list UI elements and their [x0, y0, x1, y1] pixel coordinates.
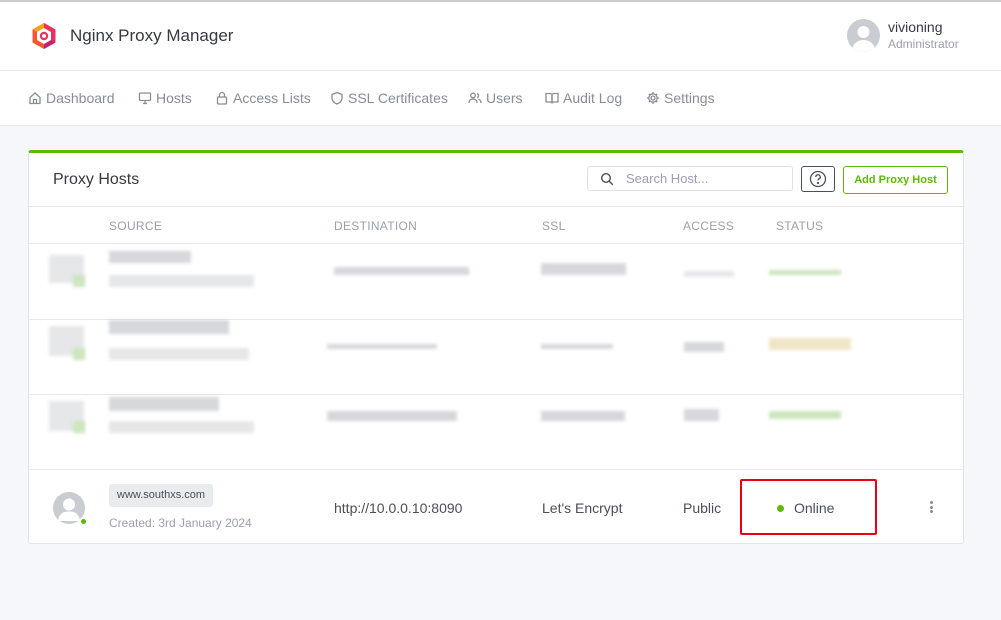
destination-cell: http://10.0.0.10:8090 [334, 500, 463, 516]
search-box[interactable] [587, 166, 793, 191]
nav-hosts[interactable]: Hosts [138, 90, 192, 106]
add-proxy-host-button[interactable]: Add Proxy Host [843, 166, 948, 194]
created-date: Created: 3rd January 2024 [109, 516, 252, 530]
monitor-icon [138, 92, 152, 105]
shield-icon [331, 91, 343, 105]
domain-badge[interactable]: www.southxs.com [109, 484, 214, 507]
brand[interactable]: Nginx Proxy Manager [30, 22, 233, 50]
access-cell: Public [683, 500, 722, 516]
col-ssl: SSL [542, 219, 566, 233]
user-name: vivioning [888, 19, 943, 35]
obscured-row [29, 245, 963, 320]
help-button[interactable] [801, 166, 835, 192]
book-icon [545, 92, 559, 104]
user-avatar [847, 19, 880, 52]
users-icon [468, 92, 482, 104]
top-header: Nginx Proxy Manager vivioning Administra… [0, 0, 1001, 71]
nav-access-lists[interactable]: Access Lists [215, 90, 311, 106]
row-actions-button[interactable] [925, 498, 937, 516]
online-indicator [79, 517, 88, 526]
help-icon [809, 170, 827, 188]
ssl-cell: Let's Encrypt [542, 500, 623, 516]
obscured-row [29, 395, 963, 470]
user-menu[interactable]: vivioning Administrator [847, 19, 959, 52]
nav-ssl-certificates[interactable]: SSL Certificates [330, 90, 448, 106]
col-destination: DESTINATION [334, 219, 418, 233]
nav-audit-log[interactable]: Audit Log [545, 90, 622, 106]
gear-icon [647, 92, 659, 104]
col-access: ACCESS [683, 219, 735, 233]
user-role: Administrator [888, 37, 959, 51]
app-name: Nginx Proxy Manager [70, 26, 234, 45]
owner-avatar [53, 492, 88, 526]
dots-vertical-icon [929, 501, 933, 504]
home-icon [29, 92, 41, 105]
table-header: SOURCE DESTINATION SSL ACCESS STATUS [29, 206, 963, 244]
search-input[interactable] [626, 171, 776, 186]
nav-users[interactable]: Users [468, 90, 523, 106]
card-title: Proxy Hosts [53, 171, 140, 188]
user-silhouette-icon [852, 26, 875, 52]
status-highlight-box [740, 479, 877, 535]
nav-settings[interactable]: Settings [646, 90, 715, 106]
app-logo-icon [32, 23, 56, 49]
nav-dashboard[interactable]: Dashboard [28, 90, 115, 106]
col-source: SOURCE [109, 219, 163, 233]
col-status: STATUS [776, 219, 824, 233]
obscured-row [29, 320, 963, 395]
search-icon [600, 172, 614, 185]
main-nav: Dashboard Hosts Access Lists SSL Certifi… [0, 71, 1001, 126]
lock-icon [216, 91, 228, 105]
